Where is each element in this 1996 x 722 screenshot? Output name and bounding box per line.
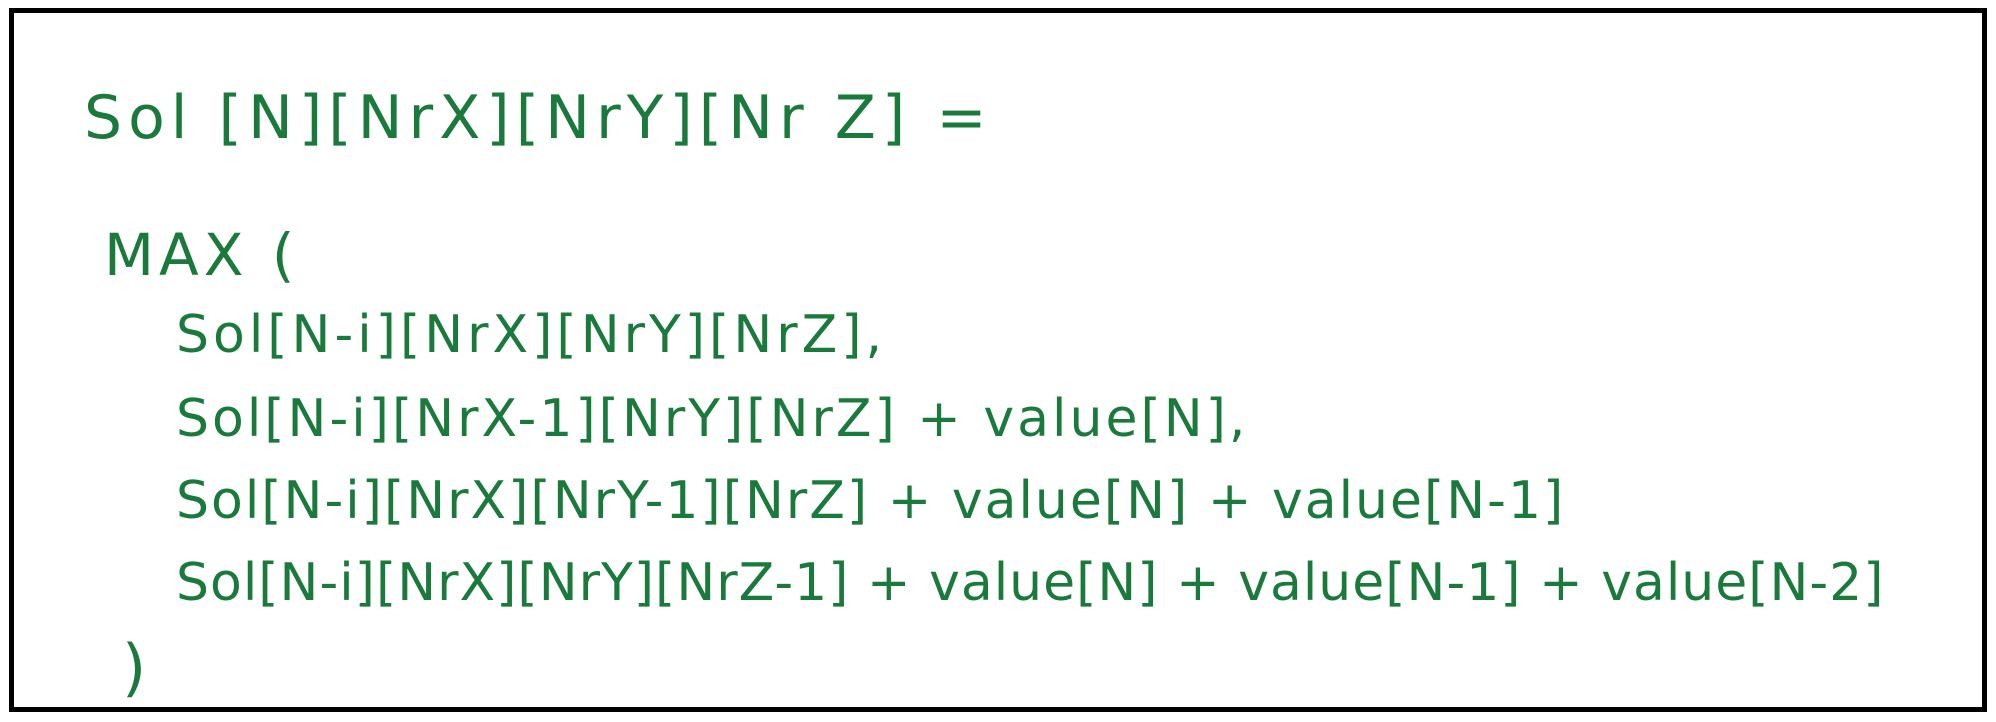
formula-head: Sol [N][NrX][NrY][Nr Z] = [84,83,993,153]
max-term-3: Sol[N-i][NrX][NrY-1][NrZ] + value[N] + v… [176,471,1566,531]
whiteboard-frame: Sol [N][NrX][NrY][Nr Z] = MAX ( Sol[N-i]… [9,8,1987,712]
max-term-4: Sol[N-i][NrX][NrY][NrZ-1] + value[N] + v… [176,553,1885,613]
max-term-1: Sol[N-i][NrX][NrY][NrZ], [176,305,887,365]
max-term-2: Sol[N-i][NrX-1][NrY][NrZ] + value[N], [176,389,1249,449]
max-open: MAX ( [104,221,300,289]
max-close: ) [122,631,149,704]
